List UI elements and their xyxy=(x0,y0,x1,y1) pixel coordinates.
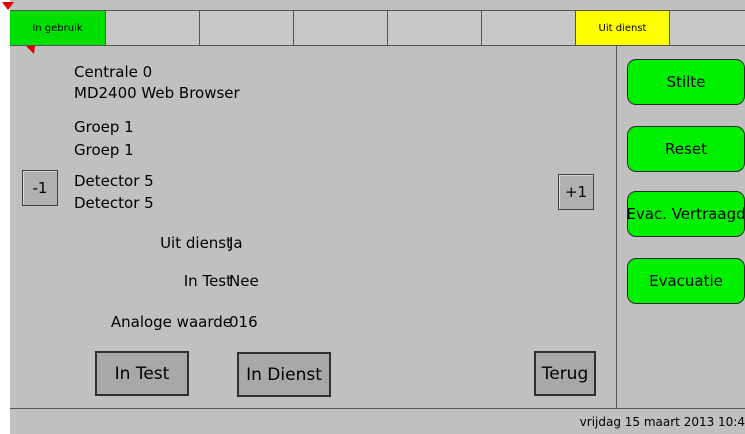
evac-vertraagd-button[interactable]: Evac. Vertraagd xyxy=(627,191,745,237)
previous-detector-button[interactable]: -1 xyxy=(22,170,58,206)
status-cell-empty[interactable] xyxy=(106,11,200,45)
status-cell-empty[interactable] xyxy=(670,11,745,45)
uit-dienst-label: Uit dienst xyxy=(160,234,232,252)
in-test-button[interactable]: In Test xyxy=(95,351,189,396)
browser-name: MD2400 Web Browser xyxy=(74,84,240,102)
status-cell-in-gebruik[interactable]: In gebruik xyxy=(10,11,106,45)
detector-description: Detector 5 xyxy=(74,194,154,212)
status-cell-label: In gebruik xyxy=(32,22,83,34)
detector-info-panel: Centrale 0 MD2400 Web Browser Groep 1 Gr… xyxy=(10,46,617,408)
detector-name: Detector 5 xyxy=(74,172,154,190)
groep-description: Groep 1 xyxy=(74,141,134,159)
status-strip: In gebruik Uit dienst xyxy=(10,10,745,46)
status-cell-empty[interactable] xyxy=(294,11,388,45)
uit-dienst-value: Ja xyxy=(229,234,243,252)
in-test-value: Nee xyxy=(229,272,259,290)
in-test-label: In Test xyxy=(183,272,232,290)
footer-datetime: vrijdag 15 maart 2013 10:4 xyxy=(579,414,745,429)
terug-button[interactable]: Terug xyxy=(534,351,596,396)
analoge-waarde-label: Analoge waarde xyxy=(110,313,232,331)
next-detector-button[interactable]: +1 xyxy=(558,174,594,210)
in-dienst-button[interactable]: In Dienst xyxy=(237,352,331,397)
status-cell-empty[interactable] xyxy=(200,11,294,45)
groep-name: Groep 1 xyxy=(74,118,134,136)
status-cell-label: Uit dienst xyxy=(598,22,647,34)
footer-bar: vrijdag 15 maart 2013 10:4 xyxy=(10,408,745,434)
centrale-name: Centrale 0 xyxy=(74,63,153,81)
side-button-column: Stilte Reset Evac. Vertraagd Evacuatie xyxy=(617,46,745,408)
status-cell-empty[interactable] xyxy=(482,11,576,45)
stilte-button[interactable]: Stilte xyxy=(627,59,745,105)
status-cell-empty[interactable] xyxy=(388,11,482,45)
evacuatie-button[interactable]: Evacuatie xyxy=(627,258,745,304)
analoge-waarde-value: 016 xyxy=(229,313,258,331)
reset-button[interactable]: Reset xyxy=(627,126,745,172)
status-cell-uit-dienst[interactable]: Uit dienst xyxy=(576,11,670,45)
